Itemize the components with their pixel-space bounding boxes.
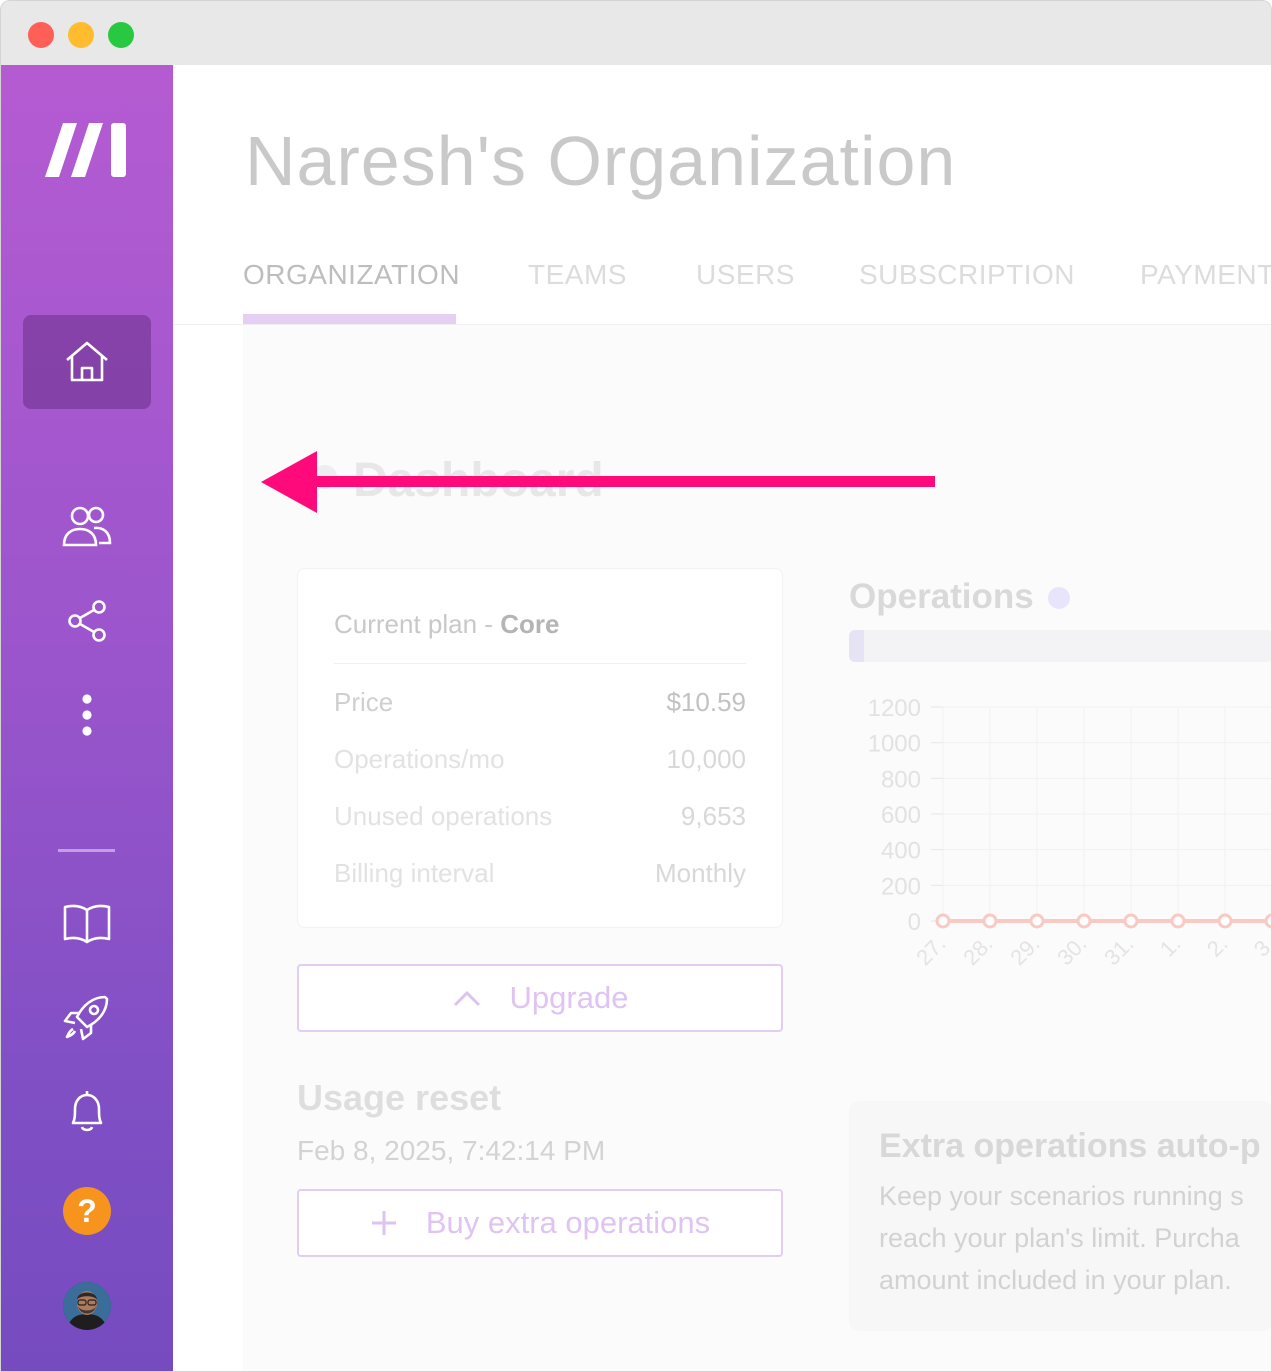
sidebar-item-teams[interactable] <box>57 501 117 553</box>
tab-organization[interactable]: ORGANIZATION <box>243 259 460 291</box>
y-tick-label: 800 <box>881 766 921 793</box>
x-tick-label: 30. <box>1052 931 1091 970</box>
operations-title: Operations <box>849 577 1034 616</box>
upgrade-button[interactable]: Upgrade <box>297 964 783 1032</box>
data-point[interactable] <box>1264 913 1272 929</box>
sidebar-item-whats-new[interactable] <box>57 991 117 1043</box>
y-tick-label: 200 <box>881 873 921 900</box>
tab-users[interactable]: USERS <box>696 259 795 291</box>
plan-divider <box>334 663 746 664</box>
close-window-button[interactable] <box>28 22 54 48</box>
sidebar-item-scenarios[interactable] <box>57 595 117 647</box>
tab-subscription[interactable]: SUBSCRIPTION <box>859 259 1075 291</box>
data-point[interactable] <box>1029 913 1045 929</box>
extra-operations-card: Extra operations auto-p Keep your scenar… <box>849 1101 1271 1331</box>
extra-operations-title: Extra operations auto-p <box>879 1127 1261 1165</box>
x-tick-label: 27. <box>911 931 950 970</box>
buy-extra-label: Buy extra operations <box>425 1205 711 1240</box>
operations-usage-bar <box>849 630 1271 662</box>
share-icon <box>68 600 106 642</box>
x-tick-label: 2. <box>1202 931 1233 962</box>
plan-card: Current plan - Core Price $10.59 Operati… <box>297 568 783 928</box>
operations-info-icon[interactable] <box>1048 587 1070 609</box>
tab-teams[interactable]: TEAMS <box>528 259 627 291</box>
y-tick-label: 400 <box>881 838 921 865</box>
plan-row-value: $10.59 <box>666 687 746 717</box>
upgrade-label: Upgrade <box>509 980 629 1015</box>
bell-icon <box>71 1091 103 1132</box>
sidebar-item-notifications[interactable] <box>57 1085 117 1137</box>
plan-name: Core <box>500 609 560 639</box>
plan-row-operations: Operations/mo 10,000 <box>334 744 746 776</box>
plan-row-label: Billing interval <box>334 858 495 888</box>
y-tick-label: 1200 <box>868 695 921 722</box>
help-icon: ? <box>77 1192 97 1229</box>
data-point[interactable] <box>1076 913 1092 929</box>
data-point[interactable] <box>935 913 951 929</box>
user-avatar[interactable] <box>63 1282 111 1330</box>
org-tabs: ORGANIZATION TEAMS USERS SUBSCRIPTION PA… <box>173 255 1271 325</box>
plus-icon <box>371 1211 396 1235</box>
book-icon <box>63 904 111 944</box>
sidebar-item-resources[interactable] <box>57 897 117 949</box>
y-tick-label: 0 <box>908 909 921 936</box>
maximize-window-button[interactable] <box>108 22 134 48</box>
home-icon <box>66 341 108 382</box>
users-icon <box>62 506 112 547</box>
y-tick-label: 600 <box>881 802 921 829</box>
minimize-window-button[interactable] <box>68 22 94 48</box>
plan-row-label: Price <box>334 687 394 717</box>
operations-usage-fill <box>849 630 864 662</box>
annotation-arrow-icon <box>261 451 935 513</box>
data-point[interactable] <box>1170 913 1186 929</box>
avatar-image <box>63 1282 111 1330</box>
plan-prefix: Current plan - <box>334 609 501 639</box>
x-tick-label: 29. <box>1005 931 1044 970</box>
usage-reset-date: Feb 8, 2025, 7:42:14 PM <box>297 1135 606 1166</box>
y-tick-label: 1000 <box>868 731 921 758</box>
sidebar-divider <box>58 849 115 852</box>
plan-row-price: Price $10.59 <box>334 687 746 719</box>
more-vertical-icon <box>82 694 92 736</box>
plan-row-label: Operations/mo <box>334 744 505 774</box>
data-point[interactable] <box>1123 913 1139 929</box>
x-tick-label: 1. <box>1155 931 1186 962</box>
sidebar-item-more[interactable] <box>57 689 117 741</box>
data-point[interactable] <box>1217 913 1233 929</box>
page-title: Naresh's Organization <box>245 122 957 200</box>
app-window: ? Naresh's Organization ORGANIZATION TEA… <box>0 0 1272 1372</box>
buy-extra-operations-button[interactable]: Buy extra operations <box>297 1189 783 1257</box>
extra-operations-text: Keep your scenarios running s reach your… <box>879 1181 1244 1295</box>
plan-row-value: Monthly <box>654 858 746 888</box>
x-tick-label: 28. <box>958 931 997 970</box>
help-button[interactable]: ? <box>63 1187 111 1235</box>
plan-row-value: 9,653 <box>680 801 746 831</box>
sidebar: ? <box>1 65 173 1371</box>
main-panel: Naresh's Organization ORGANIZATION TEAMS… <box>173 65 1272 1371</box>
window-titlebar <box>1 1 1271 65</box>
x-tick-label: 3. <box>1249 931 1272 962</box>
operations-chart: 0 200 400 600 800 1000 1200 27. 28. 29. 30. 31. 1. 2.… <box>868 695 1272 970</box>
make-logo-icon[interactable] <box>45 119 129 181</box>
plan-row-unused: Unused operations 9,653 <box>334 801 746 833</box>
usage-reset-title: Usage reset <box>297 1077 502 1118</box>
sidebar-item-home[interactable] <box>23 315 151 409</box>
tab-payment[interactable]: PAYMENT <box>1140 259 1271 291</box>
plan-row-label: Unused operations <box>334 801 553 831</box>
plan-row-value: 10,000 <box>666 744 746 774</box>
plan-row-billing: Billing interval Monthly <box>334 858 746 890</box>
active-tab-indicator <box>243 314 456 324</box>
rocket-icon <box>63 995 109 1041</box>
chevron-up-icon <box>453 990 480 1007</box>
data-point[interactable] <box>982 913 998 929</box>
x-tick-label: 31. <box>1099 931 1138 970</box>
plan-heading: Current plan - Core <box>334 609 559 640</box>
